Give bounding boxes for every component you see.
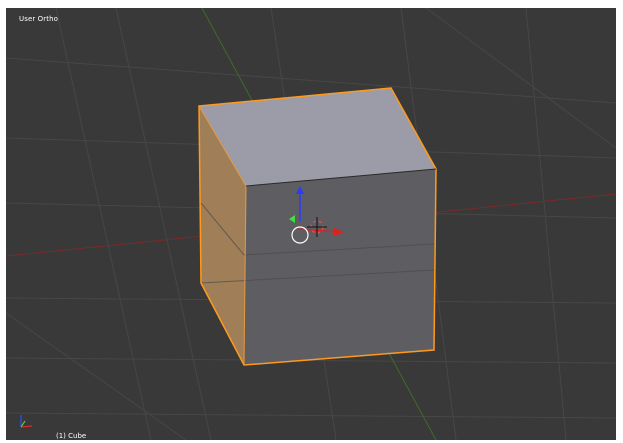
active-object-label: (1) Cube [56, 432, 87, 440]
orientation-gizmo [20, 415, 33, 428]
3d-viewport[interactable]: User Ortho (1) Cube [6, 8, 616, 440]
cube-front-face[interactable] [244, 169, 436, 365]
viewport-scene[interactable] [6, 8, 616, 440]
view-mode-label: User Ortho [19, 15, 59, 23]
